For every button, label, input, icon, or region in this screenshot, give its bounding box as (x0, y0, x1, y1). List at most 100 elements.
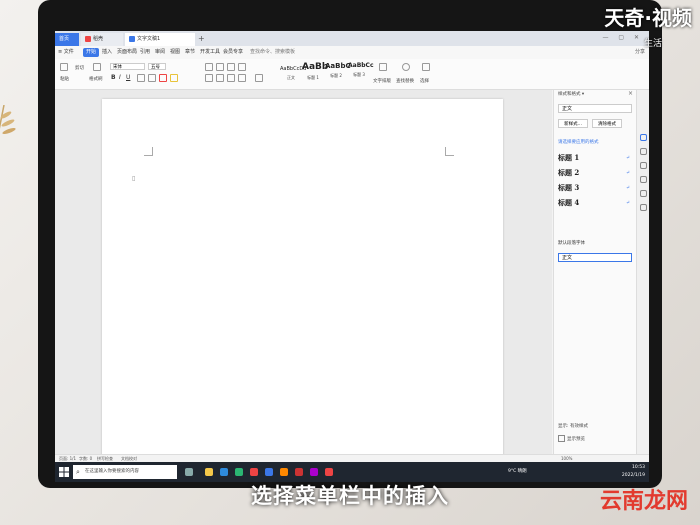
font-select[interactable]: 宋体 (110, 63, 145, 70)
docer-icon (85, 35, 91, 42)
bold-button[interactable]: B (111, 74, 116, 81)
clear-format-button[interactable]: 清除格式 (592, 119, 622, 128)
clock-date: 2022/1/19 (621, 473, 645, 478)
windows-start-icon[interactable] (59, 467, 69, 477)
weather-widget[interactable]: 9°C 晴朗 (508, 468, 527, 474)
pane-style-heading1[interactable]: 标题 1 ↵ (558, 152, 632, 164)
taskbar-search-input[interactable]: ⌕ 在这里输入你要搜索的内容 (73, 465, 177, 479)
share-icon[interactable] (640, 204, 647, 211)
edge-icon[interactable] (220, 468, 228, 476)
pane-style-heading3[interactable]: 标题 3 ↵ (558, 182, 632, 194)
menu-file[interactable]: ≡ 文件 (58, 46, 74, 59)
superscript-icon[interactable] (148, 74, 156, 82)
wps-icon[interactable] (295, 468, 303, 476)
font-color-icon[interactable] (159, 74, 167, 82)
right-sidebar (636, 90, 649, 454)
show-styles-select[interactable]: 显示: 有效样式 (558, 423, 588, 429)
format-painter-icon[interactable] (93, 63, 101, 71)
pane-style-heading4-marker-icon: ↵ (625, 200, 630, 206)
menu-references[interactable]: 引用 (140, 46, 150, 59)
clock-time: 10:53 (632, 465, 645, 470)
command-search[interactable]: 查找命令、搜索模板 (250, 46, 295, 59)
justify-icon[interactable] (238, 74, 246, 82)
app-blue-icon[interactable] (265, 468, 273, 476)
style-gallery: AaBbCcDd 正文 AaBb 标题 1 AaBbC 标题 2 AaBbCc … (280, 62, 374, 86)
pane-style-heading2[interactable]: 标题 2 ↵ (558, 167, 632, 179)
tab-document[interactable]: 文字文稿1 (125, 33, 195, 46)
backup-icon[interactable] (640, 190, 647, 197)
menu-page-layout[interactable]: 页面布局 (117, 46, 137, 59)
tab-docer[interactable]: 稻壳 (81, 33, 123, 46)
style-normal-label: 正文 (287, 75, 295, 80)
show-preview-toggle[interactable]: 显示预览 (558, 435, 585, 442)
menu-review[interactable]: 审阅 (155, 46, 165, 59)
bullets-icon[interactable] (205, 63, 213, 71)
align-left-icon[interactable] (205, 74, 213, 82)
style-heading3-preview: AaBbCc (348, 62, 374, 69)
wps-writer-icon[interactable] (325, 468, 333, 476)
video-watermark-sub: 生活 (643, 39, 662, 49)
task-view-icon[interactable] (185, 468, 193, 476)
menu-member[interactable]: 会员专享 (223, 46, 243, 59)
ribbon-toolbar: 粘贴 剪切 格式刷 宋体 五号 B I U AaBbCcDd 正文 AaBb 标… (55, 59, 649, 90)
underline-button[interactable]: U (126, 74, 130, 81)
align-right-icon[interactable] (227, 74, 235, 82)
default-paragraph-font[interactable]: 默认段落字体 (558, 240, 585, 246)
text-cursor-icon: ▯ (132, 175, 136, 182)
line-spacing-icon[interactable] (255, 74, 263, 82)
cut-button[interactable]: 剪切 (75, 65, 84, 71)
menu-view[interactable]: 视图 (170, 46, 180, 59)
browser-icon[interactable] (235, 468, 243, 476)
style-normal-preview: AaBbCcDd (280, 66, 307, 72)
pane-style-heading4[interactable]: 标题 4 ↵ (558, 197, 632, 209)
tab-home[interactable]: 首页 (55, 33, 79, 46)
selected-style-normal[interactable]: 正文 (558, 253, 632, 262)
style-normal[interactable]: AaBbCcDd 正文 (280, 62, 307, 86)
styles-pane-icon[interactable] (640, 134, 647, 141)
properties-icon[interactable] (640, 162, 647, 169)
app-red-icon[interactable] (250, 468, 258, 476)
pane-title: 样式和格式 ▾ (558, 92, 585, 97)
select-icon[interactable] (422, 63, 430, 71)
align-center-icon[interactable] (216, 74, 224, 82)
menu-insert[interactable]: 插入 (102, 46, 112, 59)
style-heading2[interactable]: AaBbC 标题 2 (325, 62, 351, 86)
new-tab-icon[interactable]: + (198, 34, 205, 43)
tools-icon[interactable] (640, 176, 647, 183)
numbering-icon[interactable] (216, 63, 224, 71)
paste-icon[interactable] (60, 63, 68, 71)
window-controls[interactable]: — ▢ ✕ (602, 34, 643, 41)
strikethrough-icon[interactable] (137, 74, 145, 82)
font-size-select[interactable]: 五号 (148, 63, 166, 70)
indent-icon[interactable] (227, 63, 235, 71)
clock[interactable]: 10:53 2022/1/19 (622, 464, 645, 480)
style-heading1[interactable]: AaBb 标题 1 (302, 62, 329, 86)
new-style-button[interactable]: 新样式... (558, 119, 588, 128)
current-style-field[interactable]: 正文 (558, 104, 632, 113)
menu-chapter[interactable]: 章节 (185, 46, 195, 59)
pane-style-heading1-marker-icon: ↵ (625, 155, 630, 161)
style-heading3[interactable]: AaBbCc 标题 3 (348, 62, 374, 86)
brand-logo: 云南龙网 (599, 489, 688, 514)
highlight-icon[interactable] (170, 74, 178, 82)
select-label: 选择 (420, 79, 429, 84)
text-layout-icon[interactable] (379, 63, 387, 71)
screen: 首页 稻壳 文字文稿1 + — ▢ ✕ ≡ 文件 开始 插入 页面布局 引用 审… (55, 31, 649, 482)
pane-style-heading3-label: 标题 3 (558, 183, 580, 192)
preview-checkbox[interactable] (558, 435, 565, 442)
app-purple-icon[interactable] (310, 468, 318, 476)
select-cursor-icon[interactable] (640, 148, 647, 155)
margin-mark-top-left (144, 147, 153, 156)
find-icon[interactable] (402, 63, 410, 71)
tab-document-label: 文字文稿1 (137, 36, 161, 42)
pane-close-button[interactable]: × (628, 90, 633, 97)
menu-developer[interactable]: 开发工具 (200, 46, 220, 59)
menu-home[interactable]: 开始 (83, 48, 100, 57)
sort-icon[interactable] (238, 63, 246, 71)
app-orange-icon[interactable] (280, 468, 288, 476)
italic-button[interactable]: I (119, 74, 121, 81)
styles-pane: 样式和格式 ▾ × 正文 新样式... 清除格式 请选择要应用的格式 标题 1 ↵… (553, 90, 636, 454)
style-heading1-preview: AaBb (302, 62, 329, 72)
file-explorer-icon[interactable] (205, 468, 213, 476)
document-page[interactable]: ▯ (102, 99, 503, 469)
